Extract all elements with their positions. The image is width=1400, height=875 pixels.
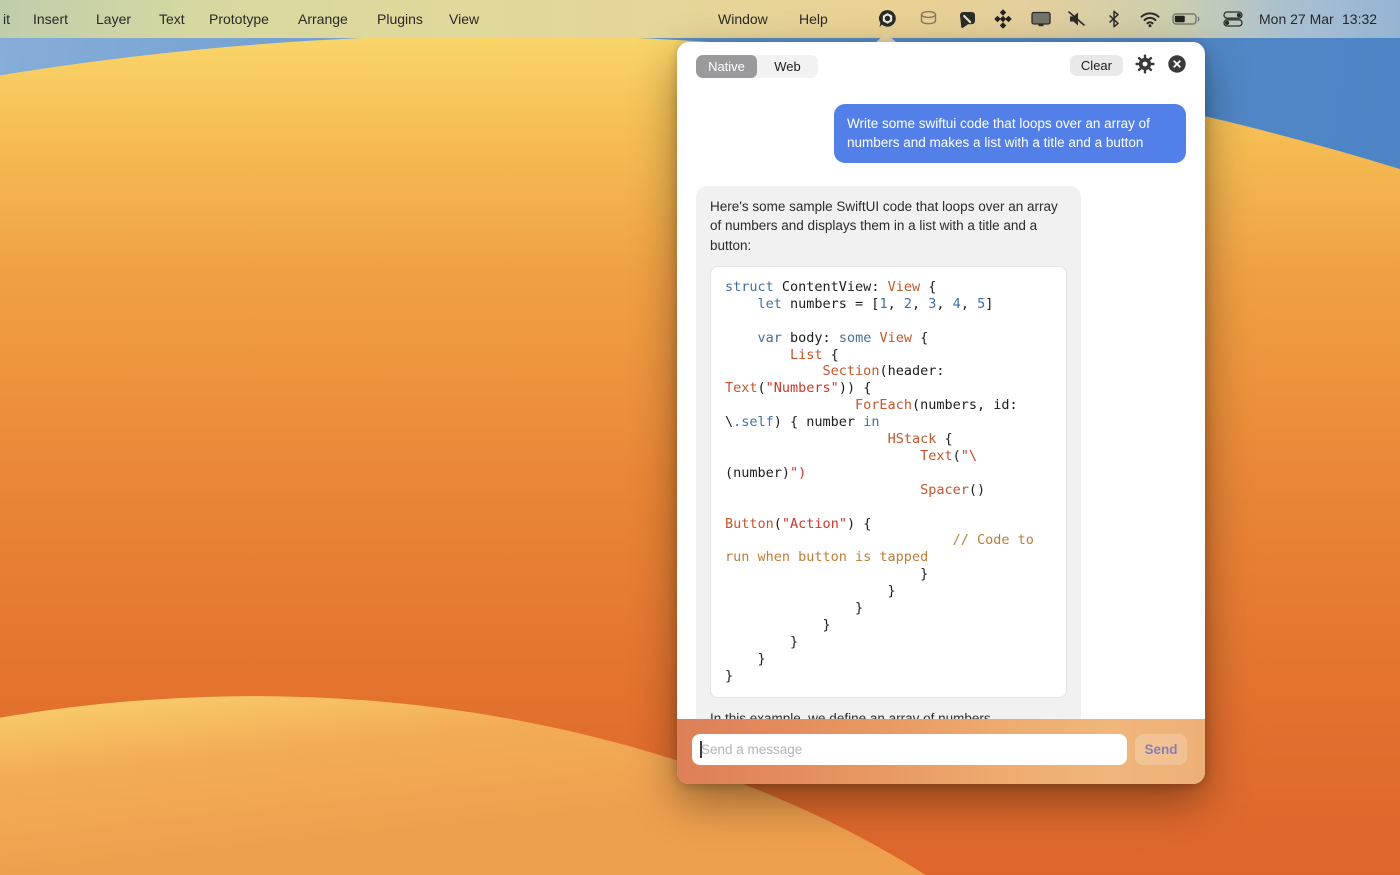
menu-item-prototype[interactable]: Prototype (209, 0, 269, 38)
close-icon (1167, 54, 1187, 77)
menu-item-view[interactable]: View (449, 0, 479, 38)
desktop: it Insert Layer Text Prototype Arrange P… (0, 0, 1400, 875)
chat-transcript: Write some swiftui code that loops over … (677, 90, 1205, 784)
mode-segmented-control: Native Web (696, 55, 818, 78)
chatgpt-icon[interactable] (877, 9, 898, 30)
assistant-intro-text: Here's some sample SwiftUI code that loo… (710, 197, 1067, 255)
message-input[interactable] (692, 734, 1127, 765)
text-caret (700, 741, 702, 758)
user-message-bubble: Write some swiftui code that loops over … (834, 104, 1186, 163)
menu-bar-date[interactable]: Mon 27 Mar (1259, 0, 1334, 38)
menu-item-text[interactable]: Text (159, 0, 185, 38)
menu-item-arrange[interactable]: Arrange (298, 0, 348, 38)
menu-bar-clock[interactable]: 13:32 (1342, 0, 1377, 38)
send-button[interactable]: Send (1135, 734, 1187, 765)
tab-native[interactable]: Native (696, 55, 757, 78)
control-center-icon[interactable] (1222, 10, 1244, 29)
diamonds-icon[interactable] (993, 9, 1013, 29)
jar-icon[interactable] (918, 10, 939, 29)
gear-icon (1135, 54, 1155, 77)
display-icon[interactable] (1030, 10, 1052, 29)
menu-item-plugins[interactable]: Plugins (377, 0, 423, 38)
settings-button[interactable] (1134, 55, 1155, 76)
bluetooth-icon[interactable] (1106, 10, 1122, 29)
clear-button[interactable]: Clear (1070, 55, 1123, 76)
battery-icon[interactable] (1172, 10, 1202, 29)
menu-item-layer[interactable]: Layer (96, 0, 131, 38)
code-block: struct ContentView: View { let numbers =… (710, 266, 1067, 698)
menu-item-window[interactable]: Window (718, 0, 768, 38)
tab-web[interactable]: Web (757, 55, 818, 78)
volume-mute-icon[interactable] (1066, 10, 1088, 29)
menu-bar: it Insert Layer Text Prototype Arrange P… (0, 0, 1400, 38)
menu-item-insert[interactable]: Insert (33, 0, 68, 38)
menu-item-edit-partial[interactable]: it (3, 0, 10, 38)
menu-item-help[interactable]: Help (799, 0, 828, 38)
chat-popover: Native Web Clear (677, 42, 1205, 784)
composer-bar: Send (677, 719, 1205, 784)
assistant-message-card: Here's some sample SwiftUI code that loo… (696, 186, 1081, 742)
wifi-icon[interactable] (1138, 10, 1162, 29)
close-button[interactable] (1166, 55, 1187, 76)
shape-tool-icon[interactable] (956, 9, 979, 30)
popover-header: Native Web Clear (677, 42, 1205, 90)
